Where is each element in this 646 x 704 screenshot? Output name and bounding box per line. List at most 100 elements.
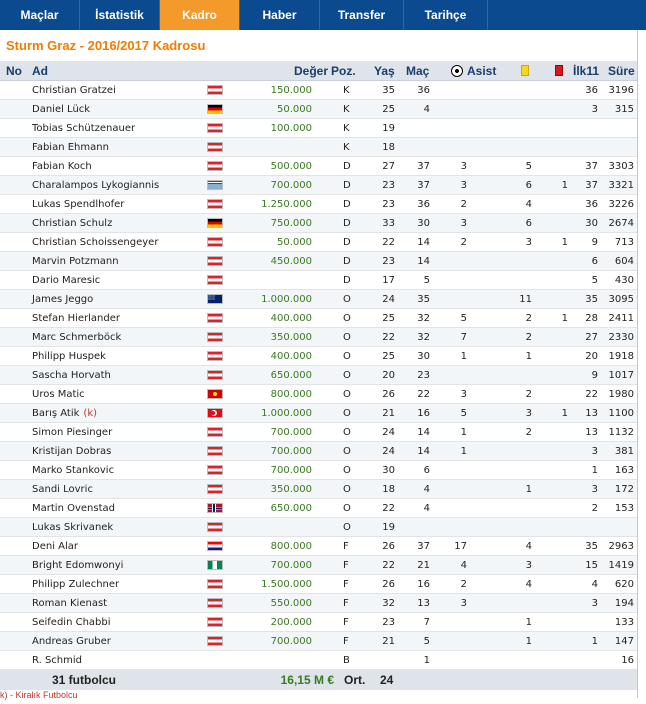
- flag-aut-icon: [207, 275, 223, 285]
- player-name-text: Seifedin Chabbi: [32, 617, 111, 628]
- cell-assists: 3: [460, 218, 467, 229]
- player-name[interactable]: Dario Maresic: [32, 271, 100, 290]
- player-name[interactable]: Sandi Lovric: [32, 480, 93, 499]
- tab-1[interactable]: İstatistik: [80, 0, 160, 30]
- cell-yellow: 2: [525, 427, 532, 438]
- flag-aut-icon: [207, 123, 223, 133]
- player-name[interactable]: James Jeggo: [32, 290, 93, 309]
- col-matches[interactable]: Maç: [406, 61, 429, 81]
- cell-assists: 5: [460, 408, 467, 419]
- page-title: Sturm Graz - 2016/2017 Kadrosu: [6, 38, 206, 53]
- player-name[interactable]: Marc Schmerböck: [32, 328, 121, 347]
- cell-starts: 2: [591, 503, 598, 514]
- cell-yellow: 6: [525, 180, 532, 191]
- cell-matches: 30: [417, 218, 430, 229]
- player-name[interactable]: Uros Matic: [32, 385, 85, 404]
- col-starts[interactable]: İlk11: [573, 61, 599, 81]
- player-name[interactable]: Simon Piesinger: [32, 423, 112, 442]
- cell-value: 1.250.000: [261, 199, 312, 210]
- cell-age: 23: [382, 199, 395, 210]
- col-value[interactable]: Değer: [294, 61, 328, 81]
- tab-2[interactable]: Kadro: [160, 0, 240, 30]
- cell-yellow: 1: [525, 617, 532, 628]
- cell-matches: 35: [417, 294, 430, 305]
- cell-age: 25: [382, 313, 395, 324]
- cell-assists: 1: [460, 446, 467, 457]
- flag-aut-icon: [207, 237, 223, 247]
- tab-5[interactable]: Tarihçe: [404, 0, 488, 30]
- table-row: Sascha Horvath 650.000 O 20 23 9 1017: [0, 366, 638, 385]
- cell-assists: 2: [460, 579, 467, 590]
- yellow-card-icon[interactable]: [521, 65, 529, 76]
- player-name[interactable]: Christian Schulz: [32, 214, 112, 233]
- player-name[interactable]: Deni Alar: [32, 537, 78, 556]
- cell-pos: F: [343, 617, 349, 628]
- col-pos[interactable]: Poz.: [331, 61, 356, 81]
- player-name[interactable]: Sascha Horvath: [32, 366, 111, 385]
- player-name[interactable]: Lukas Skrivanek: [32, 518, 113, 537]
- player-name[interactable]: Seifedin Chabbi: [32, 613, 111, 632]
- table-row: Uros Matic 800.000 O 26 22 3 2 22 1980: [0, 385, 638, 404]
- player-name[interactable]: Christian Schoissengeyer: [32, 233, 158, 252]
- table-row: Fabian Koch 500.000 D 27 37 3 5 37 3303: [0, 157, 638, 176]
- player-name[interactable]: Andreas Gruber: [32, 632, 111, 651]
- cell-age: 18: [382, 142, 395, 153]
- player-name[interactable]: Martin Ovenstad: [32, 499, 115, 518]
- cell-pos: D: [343, 237, 351, 248]
- cell-pos: F: [343, 541, 349, 552]
- player-name[interactable]: Bright Edomwonyi: [32, 556, 123, 575]
- player-name-text: Marvin Potzmann: [32, 256, 119, 267]
- cell-value: 700.000: [270, 427, 312, 438]
- cell-matches: 37: [417, 161, 430, 172]
- red-card-icon[interactable]: [555, 65, 563, 76]
- cell-minutes: 2411: [608, 313, 634, 324]
- cell-age: 20: [382, 370, 395, 381]
- player-name[interactable]: Philipp Zulechner: [32, 575, 119, 594]
- cell-minutes: 3196: [608, 85, 634, 96]
- player-name[interactable]: Marvin Potzmann: [32, 252, 119, 271]
- cell-age: 23: [382, 256, 395, 267]
- player-name[interactable]: Lukas Spendlhofer: [32, 195, 124, 214]
- col-name[interactable]: Ad: [32, 61, 48, 81]
- player-name[interactable]: Christian Gratzei: [32, 81, 116, 100]
- cell-assists: 5: [460, 313, 467, 324]
- flag-gre-icon: [207, 180, 223, 190]
- player-name[interactable]: Charalampos Lykogiannis: [32, 176, 159, 195]
- player-name[interactable]: Philipp Huspek: [32, 347, 106, 366]
- cell-starts: 28: [585, 313, 598, 324]
- player-name[interactable]: Stefan Hierlander: [32, 309, 120, 328]
- cell-value: 100.000: [270, 123, 312, 134]
- flag-aut-icon: [207, 484, 223, 494]
- cell-minutes: 147: [614, 636, 634, 647]
- player-name[interactable]: R. Schmid: [32, 651, 82, 670]
- player-name[interactable]: Roman Kienast: [32, 594, 107, 613]
- player-name[interactable]: Fabian Koch: [32, 157, 92, 176]
- tab-0[interactable]: Maçlar: [0, 0, 80, 30]
- player-name-text: Sandi Lovric: [32, 484, 93, 495]
- tab-3[interactable]: Haber: [240, 0, 320, 30]
- player-name[interactable]: Marko Stankovic: [32, 461, 114, 480]
- cell-value: 700.000: [270, 465, 312, 476]
- cell-assists: 2: [460, 237, 467, 248]
- player-name[interactable]: Barış Atik (k): [32, 404, 97, 423]
- cell-starts: 3: [591, 446, 598, 457]
- cell-pos: D: [343, 180, 351, 191]
- player-name[interactable]: Fabian Ehmann: [32, 138, 109, 157]
- table-row: Dario Maresic D 17 5 5 430: [0, 271, 638, 290]
- player-name[interactable]: Kristijan Dobras: [32, 442, 111, 461]
- cell-yellow: 2: [525, 332, 532, 343]
- cell-value: 1.000.000: [261, 408, 312, 419]
- player-name-text: James Jeggo: [32, 294, 94, 305]
- table-row: Simon Piesinger 700.000 O 24 14 1 2 13 1132: [0, 423, 638, 442]
- col-minutes[interactable]: Süre: [608, 61, 635, 81]
- flag-nor-icon: [207, 503, 223, 513]
- cell-age: 19: [382, 522, 395, 533]
- tab-4[interactable]: Transfer: [320, 0, 404, 30]
- col-age[interactable]: Yaş: [374, 61, 395, 81]
- player-name[interactable]: Daniel Lück: [32, 100, 90, 119]
- col-assists[interactable]: Asist: [451, 61, 496, 81]
- player-name-text: Philipp Zulechner: [32, 579, 120, 590]
- player-name[interactable]: Tobias Schützenauer: [32, 119, 135, 138]
- col-no[interactable]: No: [6, 61, 22, 81]
- player-name-text: Stefan Hierlander: [32, 313, 121, 324]
